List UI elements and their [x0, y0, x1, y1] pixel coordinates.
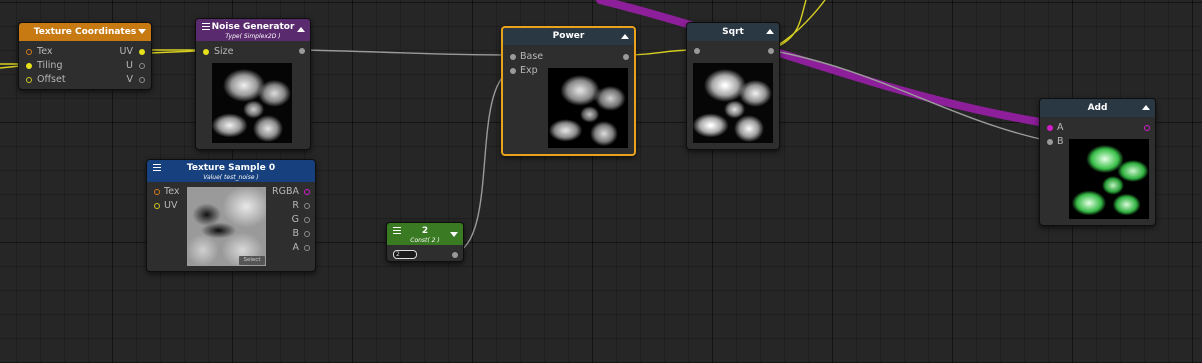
output-label-v: V	[126, 74, 134, 85]
node-title: Power	[552, 31, 585, 41]
input-port-tex[interactable]	[154, 189, 160, 195]
noise-preview-image	[212, 63, 292, 143]
input-label-a: A	[1057, 122, 1064, 133]
wire-yellow-left-b	[0, 65, 21, 69]
input-port-a[interactable]	[1047, 125, 1053, 131]
select-texture-button[interactable]: Select	[239, 256, 265, 265]
output-port[interactable]	[623, 54, 629, 60]
output-port-g[interactable]	[304, 217, 310, 223]
node-noise-generator[interactable]: Noise Generator Type( Simplex2D ) Size	[195, 18, 311, 150]
input-port-base[interactable]	[510, 54, 516, 60]
collapse-toggle-icon[interactable]	[450, 232, 458, 237]
node-const[interactable]: 2 Const( 2 ) 2	[386, 222, 464, 262]
output-port[interactable]	[1144, 125, 1150, 131]
node-header[interactable]: Texture Coordinates	[19, 23, 151, 41]
node-texture-sample[interactable]: Texture Sample 0 Value( test_noise ) Tex…	[146, 159, 316, 272]
output-port-u[interactable]	[139, 63, 145, 69]
output-label-b: B	[292, 228, 299, 239]
texture-preview-image: Select	[187, 187, 266, 266]
input-port-size[interactable]	[203, 49, 209, 55]
node-title: Texture Coordinates	[33, 27, 137, 37]
input-port[interactable]	[694, 48, 700, 54]
output-label-a: A	[292, 242, 300, 253]
input-label-tex: Tex	[37, 46, 53, 57]
node-subtitle: Type( Simplex2D )	[225, 33, 281, 40]
node-subtitle: Value( test_noise )	[203, 174, 259, 181]
node-header[interactable]: 2 Const( 2 )	[387, 223, 463, 245]
input-label-size: Size	[214, 46, 234, 57]
collapse-toggle-icon[interactable]	[766, 29, 774, 34]
node-title: Add	[1087, 103, 1108, 113]
input-port-b[interactable]	[1047, 139, 1053, 145]
input-label-base: Base	[520, 51, 544, 62]
node-power[interactable]: Power Base Exp	[501, 26, 636, 156]
output-label-uv: UV	[119, 46, 133, 57]
input-port-uv[interactable]	[154, 203, 160, 209]
node-subtitle: Const( 2 )	[410, 237, 440, 244]
node-header[interactable]: Sqrt	[687, 23, 779, 41]
collapse-toggle-icon[interactable]	[621, 34, 629, 39]
collapse-toggle-icon[interactable]	[297, 27, 305, 32]
input-label-tiling: Tiling	[37, 60, 63, 71]
node-title: Noise Generator	[211, 22, 295, 32]
output-port[interactable]	[299, 48, 305, 54]
node-menu-icon[interactable]	[153, 164, 161, 173]
input-port-tex[interactable]	[26, 49, 32, 55]
wire-magenta	[596, 0, 1044, 126]
input-label-offset: Offset	[37, 74, 66, 85]
output-port-uv[interactable]	[139, 49, 145, 55]
node-sqrt[interactable]: Sqrt	[686, 22, 780, 150]
output-port-v[interactable]	[139, 77, 145, 83]
output-label-u: U	[126, 60, 133, 71]
output-port-b[interactable]	[304, 231, 310, 237]
sqrt-preview-image	[693, 63, 773, 143]
input-port-tiling[interactable]	[26, 63, 32, 69]
output-port-rgba[interactable]	[304, 189, 310, 195]
wire-uv-size-b	[149, 50, 197, 54]
power-preview-image	[548, 68, 628, 148]
output-label-rgba: RGBA	[272, 186, 299, 197]
output-port[interactable]	[452, 252, 458, 258]
input-port-offset[interactable]	[26, 77, 32, 83]
collapse-toggle-icon[interactable]	[138, 29, 146, 34]
node-menu-icon[interactable]	[202, 23, 210, 32]
input-label-tex: Tex	[164, 186, 180, 197]
output-label-g: G	[291, 214, 299, 225]
collapse-toggle-icon[interactable]	[1142, 105, 1150, 110]
node-title: Sqrt	[722, 27, 744, 37]
node-title: 2	[421, 226, 429, 236]
output-port-a[interactable]	[304, 245, 310, 251]
output-port[interactable]	[768, 48, 774, 54]
node-header[interactable]: Texture Sample 0 Value( test_noise )	[147, 160, 315, 182]
input-label-uv: UV	[164, 200, 178, 211]
node-texture-coordinates[interactable]: Texture Coordinates Tex Tiling Offset UV…	[18, 22, 152, 90]
node-title: Texture Sample 0	[186, 163, 276, 173]
output-port-r[interactable]	[304, 203, 310, 209]
node-header[interactable]: Power	[503, 28, 634, 45]
input-port-exp[interactable]	[510, 68, 516, 74]
input-label-exp: Exp	[520, 65, 538, 76]
add-preview-image	[1069, 139, 1149, 219]
node-header[interactable]: Noise Generator Type( Simplex2D )	[196, 19, 310, 41]
output-label-r: R	[292, 200, 299, 211]
node-menu-icon[interactable]	[393, 227, 401, 236]
wire-noise-power	[299, 49, 512, 56]
node-add[interactable]: Add A B	[1039, 98, 1156, 226]
input-label-b: B	[1057, 136, 1064, 147]
node-header[interactable]: Add	[1040, 99, 1155, 117]
const-value-field[interactable]: 2	[393, 250, 417, 259]
